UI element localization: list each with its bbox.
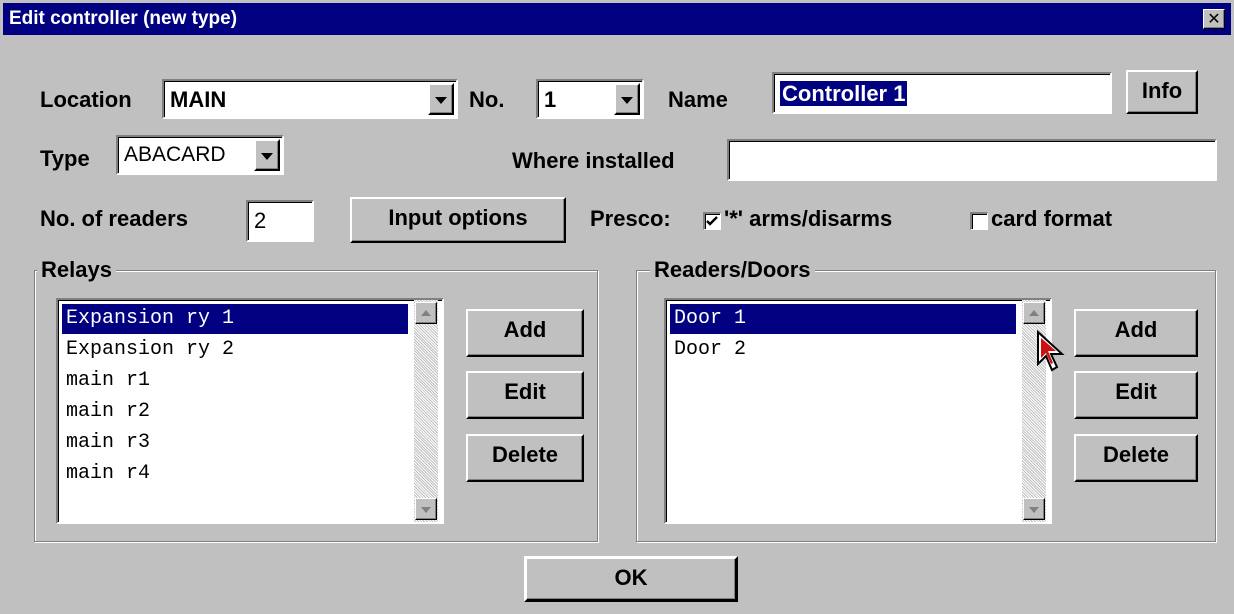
close-button[interactable]: ✕ xyxy=(1203,9,1225,29)
type-label: Type xyxy=(40,146,90,171)
relays-add-button[interactable]: Add xyxy=(466,309,584,357)
name-label: Name xyxy=(668,87,728,112)
location-select[interactable]: MAIN xyxy=(162,79,458,119)
list-item[interactable]: Expansion ry 1 xyxy=(62,304,408,334)
readers-label: No. of readers xyxy=(40,206,188,231)
info-button[interactable]: Info xyxy=(1126,70,1198,114)
number-select[interactable]: 1 xyxy=(536,79,644,119)
arms-disarms-checkbox[interactable] xyxy=(703,212,721,230)
number-dropdown-button[interactable] xyxy=(614,83,640,115)
chevron-down-icon xyxy=(421,507,431,513)
card-format-checkbox[interactable] xyxy=(970,212,988,230)
doors-delete-label: Delete xyxy=(1102,442,1170,467)
location-value: MAIN xyxy=(170,87,227,112)
mouse-pointer-icon xyxy=(1037,330,1065,372)
relays-list[interactable]: Expansion ry 1 Expansion ry 2 main r1 ma… xyxy=(56,298,444,524)
list-item[interactable]: main r4 xyxy=(62,459,408,489)
readers-input[interactable]: 2 xyxy=(246,200,314,242)
scroll-up-button[interactable] xyxy=(1023,302,1045,324)
where-installed-label: Where installed xyxy=(512,148,675,173)
number-label: No. xyxy=(469,87,505,112)
doors-edit-label: Edit xyxy=(1115,379,1157,404)
relays-group-label: Relays xyxy=(37,257,116,283)
relays-add-label: Add xyxy=(503,317,547,342)
number-value: 1 xyxy=(544,87,557,112)
type-value: ABACARD xyxy=(124,143,226,166)
scroll-down-button[interactable] xyxy=(1023,498,1045,520)
input-options-label: Input options xyxy=(388,205,528,230)
chevron-up-icon xyxy=(1029,310,1039,316)
list-item[interactable]: Door 2 xyxy=(670,335,1016,365)
doors-group-label: Readers/Doors xyxy=(650,257,815,283)
doors-add-label: Add xyxy=(1114,317,1158,342)
edit-controller-dialog: Edit controller (new type) ✕ Location MA… xyxy=(0,0,1234,614)
chevron-down-icon xyxy=(1029,507,1039,513)
chevron-down-icon xyxy=(261,153,273,160)
relays-delete-label: Delete xyxy=(491,442,559,467)
chevron-down-icon xyxy=(621,97,633,104)
ok-button[interactable]: OK xyxy=(524,556,738,602)
scroll-up-button[interactable] xyxy=(415,302,437,324)
list-item[interactable]: Expansion ry 2 xyxy=(62,335,408,365)
presco-label: Presco: xyxy=(590,206,671,231)
relays-delete-button[interactable]: Delete xyxy=(466,434,584,482)
input-options-button[interactable]: Input options xyxy=(350,197,566,243)
location-dropdown-button[interactable] xyxy=(428,83,454,115)
relays-edit-label: Edit xyxy=(504,379,546,404)
relays-edit-button[interactable]: Edit xyxy=(466,371,584,419)
type-dropdown-button[interactable] xyxy=(254,139,280,171)
list-item[interactable]: Door 1 xyxy=(670,304,1016,334)
doors-add-button[interactable]: Add xyxy=(1074,309,1198,357)
card-format-label: card format xyxy=(991,206,1113,231)
chevron-down-icon xyxy=(435,97,447,104)
window-title: Edit controller (new type) xyxy=(9,8,238,29)
chevron-up-icon xyxy=(421,310,431,316)
location-label: Location xyxy=(40,87,132,112)
where-installed-input[interactable] xyxy=(727,139,1217,181)
type-select[interactable]: ABACARD xyxy=(116,135,284,175)
list-item[interactable]: main r2 xyxy=(62,397,408,427)
doors-list[interactable]: Door 1 Door 2 xyxy=(664,298,1052,524)
name-input[interactable]: Controller 1 xyxy=(772,72,1112,114)
scroll-down-button[interactable] xyxy=(415,498,437,520)
info-button-label: Info xyxy=(1141,78,1183,103)
list-item[interactable]: main r1 xyxy=(62,366,408,396)
name-value: Controller 1 xyxy=(780,81,908,106)
ok-button-label: OK xyxy=(614,565,648,590)
title-bar: Edit controller (new type) ✕ xyxy=(3,3,1231,35)
arms-disarms-label: '*' arms/disarms xyxy=(724,206,893,231)
doors-delete-button[interactable]: Delete xyxy=(1074,434,1198,482)
doors-edit-button[interactable]: Edit xyxy=(1074,371,1198,419)
list-item[interactable]: main r3 xyxy=(62,428,408,458)
check-icon xyxy=(706,216,718,226)
close-icon: ✕ xyxy=(1207,11,1221,28)
readers-value: 2 xyxy=(254,208,267,233)
relays-scrollbar[interactable] xyxy=(414,300,438,522)
